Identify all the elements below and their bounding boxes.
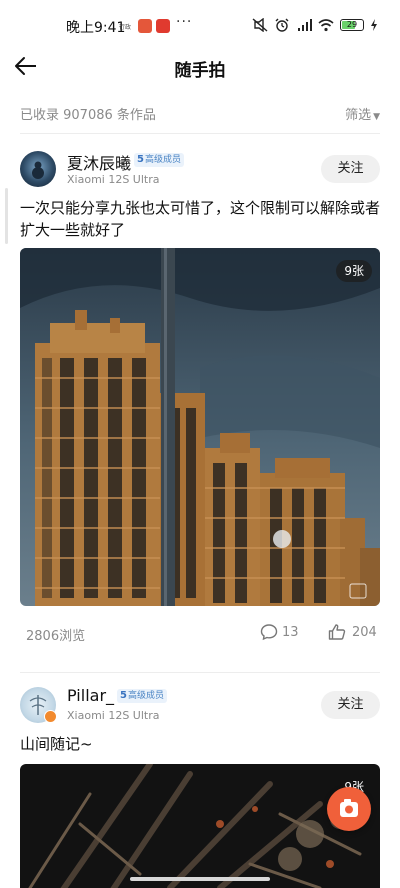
member-level: 5 [120,690,127,701]
member-badge-text: 高级成员 [144,155,181,165]
thumbs-up-icon [328,624,346,640]
more-notifications-icon: ··· [176,14,193,30]
camera-fab-button[interactable] [327,787,371,831]
divider [20,672,380,673]
member-badge: 5高级成员 [117,689,167,703]
home-indicator [130,877,270,881]
triangle-down-icon: ▼ [373,112,380,122]
comment-button[interactable]: 13 [260,623,299,641]
filter-button[interactable]: 筛选 ▼ [345,104,380,123]
view-count: 2806浏览 [26,629,86,644]
collected-count: 已收录 907086 条作品 [20,108,156,123]
member-badge: 5高级成员 [134,153,184,167]
battery-icon: 29 [340,19,364,31]
wifi-icon [318,19,334,32]
building-photo [20,248,380,606]
author-name[interactable]: 夏沐辰曦 [67,150,131,174]
forest-photo [20,764,380,888]
verified-badge-icon [44,710,57,723]
post-photo[interactable]: 9张 [20,764,380,888]
cellular-signal-icon [298,19,312,31]
avatar[interactable] [20,151,56,187]
comment-icon [260,624,278,641]
follow-button[interactable]: 关注 [321,155,380,183]
header: 随手拍 [0,52,400,82]
status-small-text: 行政 [119,24,132,31]
status-right: 29 [252,18,378,32]
scroll-indicator [5,188,8,244]
post-text[interactable]: 山间随记~ [20,733,380,755]
device-label: Xiaomi 12S Ultra [67,709,160,722]
member-badge-text: 高级成员 [127,691,164,701]
page-title: 随手拍 [174,61,226,81]
divider [20,133,380,134]
author-name[interactable]: Pillar_ [67,686,114,705]
filter-bar: 已收录 907086 条作品 筛选 ▼ [20,104,380,126]
battery-level: 29 [346,20,358,29]
stats-row: 2806浏览 13 204 [26,623,380,645]
photo-count-badge: 9张 [336,260,372,282]
like-button[interactable]: 204 [328,623,377,641]
weibo-app-icon [138,19,152,33]
like-count: 204 [352,624,377,640]
camera-icon [340,799,358,817]
charging-icon [371,19,377,31]
device-label: Xiaomi 12S Ultra [67,173,160,186]
comment-count: 13 [282,624,299,640]
post-text[interactable]: 一次只能分享九张也太可惜了，这个限制可以解除或者扩大一些就好了 [20,197,380,241]
post-photo[interactable]: 9张 [20,248,380,606]
follow-button[interactable]: 关注 [321,691,380,719]
mute-icon [252,18,268,32]
status-bar: 晚上9:41 行政 ··· 29 [0,0,400,52]
notification-app-icon [156,19,170,33]
status-time: 晚上9:41 [66,20,126,36]
alarm-icon [275,18,289,32]
filter-label: 筛选 [345,108,372,123]
member-level: 5 [137,154,144,165]
